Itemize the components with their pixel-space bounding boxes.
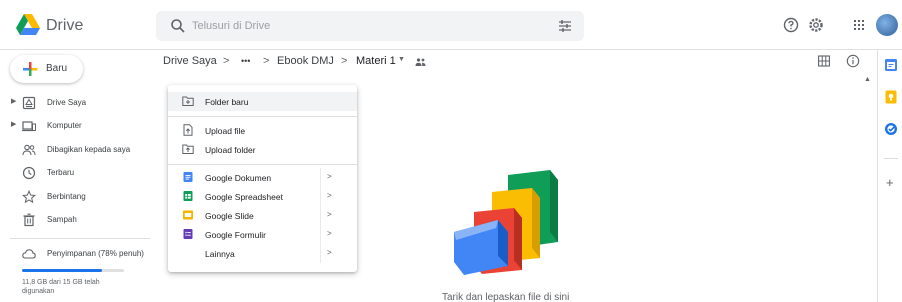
- breadcrumb-root[interactable]: Drive Saya: [163, 55, 217, 67]
- side-panel-separator: [884, 158, 898, 159]
- search-input[interactable]: [192, 11, 532, 41]
- new-button[interactable]: Baru: [10, 55, 83, 83]
- add-addon-icon[interactable]: +: [886, 175, 894, 190]
- menu-item-label: Google Slide: [205, 211, 254, 221]
- keep-icon[interactable]: [884, 90, 898, 104]
- settings-gear-icon[interactable]: [807, 16, 825, 34]
- menu-item-label: Google Formulir: [205, 230, 266, 240]
- new-button-label: Baru: [46, 63, 68, 74]
- help-icon[interactable]: [782, 16, 800, 34]
- sidebar-item-label: Berbintang: [47, 192, 86, 201]
- search-icon[interactable]: [170, 18, 186, 34]
- computer-icon: [22, 121, 36, 132]
- top-bar: Drive: [0, 0, 902, 50]
- new-menu: Folder baru Upload file Upload folder Go…: [168, 85, 357, 272]
- menu-item-label: Lainnya: [205, 249, 235, 259]
- folder-upload-icon: [182, 144, 194, 154]
- folders-illustration: [454, 170, 558, 275]
- sidebar-item-shared[interactable]: Dibagikan kepada saya: [0, 139, 150, 161]
- sidebar-item-my-drive[interactable]: ▶ Drive Saya: [0, 92, 150, 114]
- menu-item-google-forms[interactable]: Google Formulir >: [168, 225, 357, 244]
- sidebar-item-trash[interactable]: Sampah: [0, 209, 150, 231]
- app-name[interactable]: Drive: [46, 17, 83, 35]
- grid-view-icon[interactable]: [818, 55, 830, 67]
- sidebar-divider: [10, 238, 150, 239]
- submenu-divider: [320, 244, 321, 263]
- shared-icon: [22, 144, 36, 156]
- sidebar-item-recent[interactable]: Terbaru: [0, 162, 150, 184]
- submenu-divider: [320, 225, 321, 244]
- chevron-right-icon[interactable]: >: [327, 191, 332, 200]
- search-box[interactable]: [156, 11, 584, 41]
- storage-progress-fill: [22, 269, 102, 272]
- sidebar-item-label: Dibagikan kepada saya: [47, 145, 131, 154]
- submenu-divider: [320, 187, 321, 206]
- sidebar-item-computers[interactable]: ▶ Komputer: [0, 115, 150, 137]
- search-options-icon[interactable]: [558, 19, 572, 33]
- chevron-down-icon[interactable]: ▼: [398, 56, 405, 63]
- google-forms-icon: [183, 229, 193, 239]
- sidebar-item-label: Komputer: [47, 121, 82, 130]
- file-upload-icon: [183, 124, 193, 136]
- expand-arrow-icon[interactable]: ▶: [11, 120, 16, 128]
- google-sheets-icon: [183, 191, 193, 201]
- breadcrumb-folder[interactable]: Ebook DMJ: [277, 55, 334, 67]
- scroll-up-icon[interactable]: ▲: [864, 76, 871, 83]
- breadcrumb-separator: >: [341, 55, 348, 67]
- menu-item-label: Upload file: [205, 126, 246, 136]
- chevron-right-icon[interactable]: >: [327, 172, 332, 181]
- breadcrumb-separator: >: [223, 55, 230, 67]
- menu-item-label: Google Spreadsheet: [205, 192, 283, 202]
- chevron-right-icon[interactable]: >: [327, 210, 332, 219]
- breadcrumb-more-button[interactable]: •••: [241, 56, 250, 66]
- submenu-divider: [320, 206, 321, 225]
- google-slides-icon: [183, 210, 193, 220]
- plus-icon: [23, 62, 38, 76]
- shared-folder-icon[interactable]: [415, 57, 426, 67]
- menu-divider: [168, 164, 357, 165]
- info-icon[interactable]: [846, 54, 860, 68]
- scrollbar[interactable]: [863, 73, 871, 302]
- storage-label: Penyimpanan (78% penuh): [47, 249, 144, 258]
- menu-item-new-folder[interactable]: Folder baru: [168, 92, 357, 111]
- cloud-icon: [22, 249, 36, 259]
- menu-item-label: Upload folder: [205, 145, 256, 155]
- my-drive-icon: [22, 96, 36, 110]
- drive-app: Drive Telusuri di Drive Baru ▶ Drive Say…: [0, 0, 902, 302]
- sidebar-item-starred[interactable]: Berbintang: [0, 186, 150, 208]
- chevron-right-icon[interactable]: >: [327, 248, 332, 257]
- expand-arrow-icon[interactable]: ▶: [11, 97, 16, 105]
- google-docs-icon: [183, 172, 193, 182]
- breadcrumb-separator: >: [263, 55, 270, 67]
- menu-item-google-docs[interactable]: Google Dokumen >: [168, 168, 357, 187]
- new-folder-icon: [182, 96, 194, 106]
- menu-item-google-slides[interactable]: Google Slide >: [168, 206, 357, 225]
- calendar-icon[interactable]: [884, 58, 898, 72]
- submenu-divider: [320, 168, 321, 187]
- sidebar-item-label: Sampah: [47, 215, 77, 224]
- sidebar-item-storage[interactable]: Penyimpanan (78% penuh): [0, 243, 150, 265]
- menu-item-google-sheets[interactable]: Google Spreadsheet >: [168, 187, 357, 206]
- chevron-right-icon[interactable]: >: [327, 229, 332, 238]
- star-icon: [22, 190, 36, 204]
- side-panel-divider: [877, 50, 878, 302]
- tasks-icon[interactable]: [884, 122, 898, 136]
- account-avatar[interactable]: [876, 14, 898, 36]
- storage-progress-bar: [22, 269, 124, 272]
- menu-item-upload-file[interactable]: Upload file: [168, 121, 357, 140]
- sidebar-item-label: Drive Saya: [47, 98, 87, 107]
- storage-detail: 11,8 GB dari 15 GB telah digunakan: [22, 279, 100, 295]
- sidebar-item-label: Terbaru: [47, 168, 75, 177]
- trash-icon: [23, 213, 35, 227]
- menu-item-label: Folder baru: [205, 97, 249, 107]
- breadcrumb-current[interactable]: Materi 1: [356, 55, 396, 67]
- menu-item-upload-folder[interactable]: Upload folder: [168, 140, 357, 159]
- apps-grid-icon[interactable]: [850, 16, 868, 34]
- drive-logo-icon[interactable]: [16, 14, 40, 36]
- empty-state-text: Tarik dan lepaskan file di sini: [442, 292, 570, 302]
- clock-icon: [22, 166, 36, 180]
- menu-divider: [168, 116, 357, 117]
- menu-item-label: Google Dokumen: [205, 173, 272, 183]
- menu-item-more[interactable]: Lainnya >: [168, 244, 357, 263]
